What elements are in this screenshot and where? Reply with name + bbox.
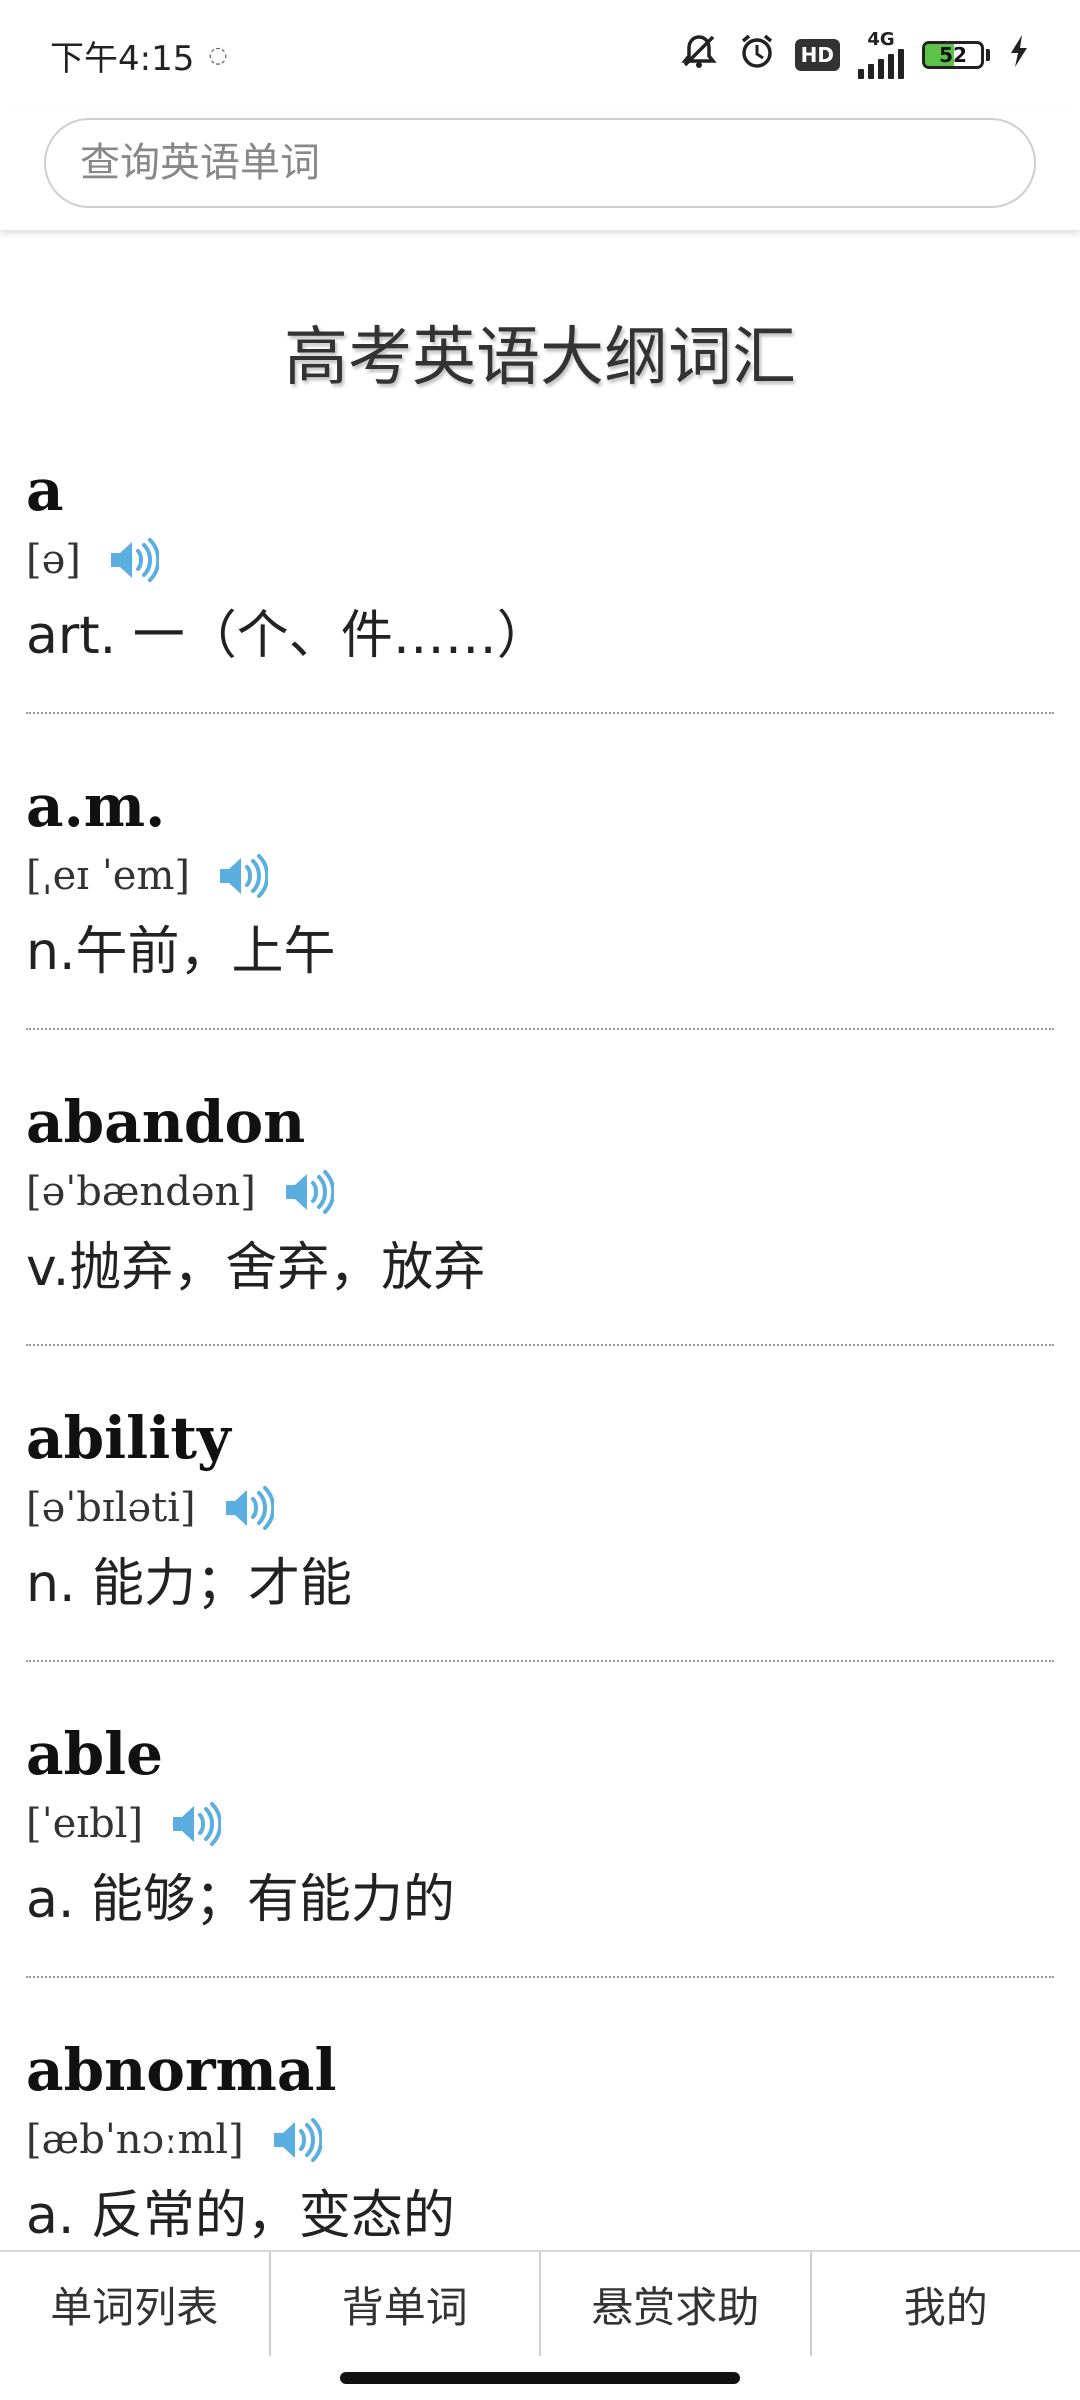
alarm-clock-icon [737, 31, 777, 80]
home-indicator[interactable] [340, 2372, 740, 2384]
signal-icon: 4G [858, 31, 904, 79]
battery-body: 52 [922, 41, 984, 69]
word-text: ability [26, 1404, 231, 1472]
word-entry[interactable]: ability [əˈbɪləti] n. 能力；才能 [26, 1386, 1054, 1662]
word-list: a [ə] art. 一（个、件……） a.m. [ˌeɪ ˈem] n.午前，上午 aba… [0, 438, 1080, 2250]
nav-word-list[interactable]: 单词列表 [0, 2252, 271, 2356]
status-left: 下午4:15 ◌ [50, 31, 228, 80]
phonetic-row: [æbˈnɔːml] [26, 2108, 1054, 2172]
notification-icon: ◌ [208, 42, 228, 68]
word-list-content[interactable]: 高考英语大纲词汇 a [ə] art. 一（个、件……） a.m. [ˌeɪ ˈem] n… [0, 230, 1080, 2250]
nav-memorize-words[interactable]: 背单词 [271, 2252, 541, 2356]
battery-level: 52 [939, 43, 967, 67]
meaning-text: n. 能力；才能 [26, 1554, 353, 1614]
meaning-text: a. 能够；有能力的 [26, 1870, 455, 1930]
meaning-text: n.午前，上午 [26, 922, 336, 982]
phonetic-row: [əˈbændən] [26, 1160, 1054, 1224]
charging-icon [1008, 33, 1030, 78]
phonetic-row: [ˈeɪbl] [26, 1792, 1054, 1856]
meaning-text: v.抛弃，舍弃，放弃 [26, 1238, 486, 1298]
meaning-text: art. 一（个、件……） [26, 606, 549, 666]
speaker-icon[interactable] [169, 1800, 223, 1848]
word-text: abandon [26, 1088, 306, 1156]
phonetic-text: [əˈbɪləti] [26, 1485, 196, 1531]
word-text: a [26, 456, 64, 524]
search-header [0, 110, 1080, 230]
battery-icon: 52 [922, 41, 990, 69]
word-entry[interactable]: a [ə] art. 一（个、件……） [26, 438, 1054, 714]
status-right: HD 4G 52 [679, 31, 1030, 80]
phonetic-row: [əˈbɪləti] [26, 1476, 1054, 1540]
hd-icon: HD [794, 39, 840, 71]
word-entry[interactable]: abandon [əˈbændən] v.抛弃，舍弃，放弃 [26, 1070, 1054, 1346]
meaning-text: a. 反常的，变态的 [26, 2186, 455, 2246]
phonetic-text: [ˈeɪbl] [26, 1801, 144, 1847]
page-title: 高考英语大纲词汇 [284, 321, 796, 395]
search-input[interactable] [44, 118, 1036, 208]
phonetic-row: [ə] [26, 528, 1054, 592]
network-type: 4G [867, 29, 895, 50]
speaker-icon[interactable] [222, 1484, 275, 1532]
status-bar: 下午4:15 ◌ HD 4G 52 [0, 0, 1080, 110]
phonetic-text: [æbˈnɔːml] [26, 2117, 244, 2163]
word-entry[interactable]: abnormal [æbˈnɔːml] a. 反常的，变态的 [26, 2018, 1054, 2250]
speaker-icon[interactable] [216, 852, 270, 900]
word-text: a.m. [26, 772, 166, 840]
phonetic-row: [ˌeɪ ˈem] [26, 844, 1054, 908]
speaker-icon[interactable] [107, 536, 161, 584]
word-entry[interactable]: a.m. [ˌeɪ ˈem] n.午前，上午 [26, 754, 1054, 1030]
phonetic-text: [əˈbændən] [26, 1169, 256, 1215]
status-time: 下午4:15 [50, 38, 195, 79]
speaker-icon[interactable] [282, 1168, 336, 1216]
battery-tip [986, 49, 990, 61]
word-entry[interactable]: able [ˈeɪbl] a. 能够；有能力的 [26, 1702, 1054, 1978]
nav-bounty-help[interactable]: 悬赏求助 [541, 2252, 812, 2356]
signal-bars [858, 49, 904, 79]
word-text: abnormal [26, 2036, 337, 2104]
phonetic-text: [ˌeɪ ˈem] [26, 853, 190, 899]
alarm-off-icon [679, 31, 719, 80]
phonetic-text: [ə] [26, 537, 81, 583]
nav-mine[interactable]: 我的 [812, 2252, 1080, 2356]
speaker-icon[interactable] [270, 2116, 324, 2164]
word-text: able [26, 1720, 164, 1788]
